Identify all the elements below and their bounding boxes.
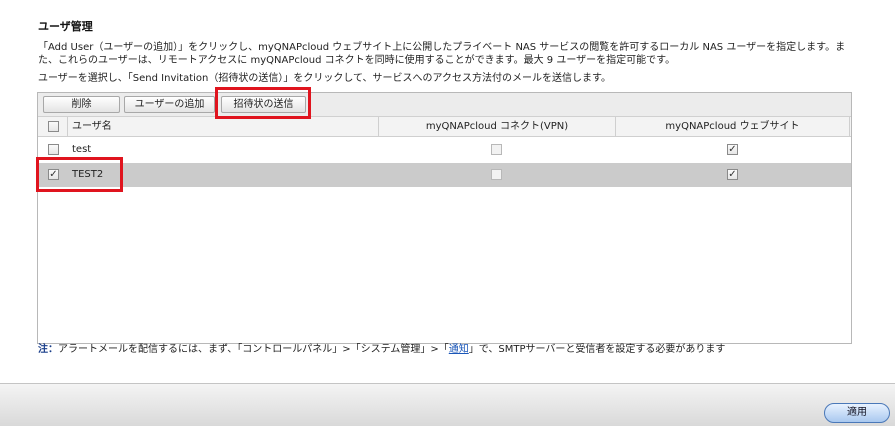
table-row[interactable]: ✓ TEST2 ✓ — [38, 163, 851, 187]
toolbar: 削除 ユーザーの追加 招待状の送信 — [38, 93, 851, 117]
description-line-3: ユーザーを選択し、「Send Invitation（招待状の送信）」をクリックし… — [38, 73, 612, 84]
header-vpn[interactable]: myQNAPcloud コネクト(VPN) — [379, 117, 615, 137]
header-user[interactable]: ユーザ名 — [72, 117, 112, 137]
add-user-button[interactable]: ユーザーの追加 — [124, 96, 215, 113]
note-text-before: アラートメールを配信するには、まず、「コントロールパネル」>「システム管理」>「 — [58, 344, 449, 355]
vpn-checkbox — [491, 169, 502, 180]
highlight-send-invitation — [215, 87, 311, 119]
header-website[interactable]: myQNAPcloud ウェブサイト — [616, 117, 849, 137]
apply-button[interactable]: 適用 — [824, 403, 890, 423]
website-checkbox[interactable]: ✓ — [727, 169, 738, 180]
column-divider — [849, 117, 850, 137]
description-line-2: た、これらのユーザーは、リモートアクセスに myQNAPcloud コネクトを同… — [38, 55, 676, 66]
table-header: ユーザ名 myQNAPcloud コネクト(VPN) myQNAPcloud ウ… — [38, 117, 851, 137]
website-checkbox[interactable]: ✓ — [727, 144, 738, 155]
row-select-checkbox[interactable] — [48, 144, 59, 155]
vpn-checkbox — [491, 144, 502, 155]
notification-link[interactable]: 通知 — [449, 344, 469, 355]
section-title: ユーザ管理 — [38, 20, 93, 33]
user-panel: 削除 ユーザーの追加 招待状の送信 ユーザ名 myQNAPcloud コネクト(… — [37, 92, 852, 344]
column-divider — [67, 117, 68, 137]
description-line-1: 「Add User（ユーザーの追加）」をクリックし、myQNAPcloud ウェ… — [38, 42, 846, 53]
note-text-after: 」で、SMTPサーバーと受信者を設定する必要があります — [468, 344, 726, 355]
note: 注：アラートメールを配信するには、まず、「コントロールパネル」>「システム管理」… — [38, 343, 725, 356]
table-row[interactable]: test ✓ — [38, 138, 851, 162]
select-all-checkbox[interactable] — [48, 121, 59, 132]
footer-bar: 適用 — [0, 383, 895, 426]
note-label: 注： — [38, 344, 58, 355]
highlight-test2-row — [36, 157, 123, 192]
delete-button[interactable]: 削除 — [43, 96, 120, 113]
